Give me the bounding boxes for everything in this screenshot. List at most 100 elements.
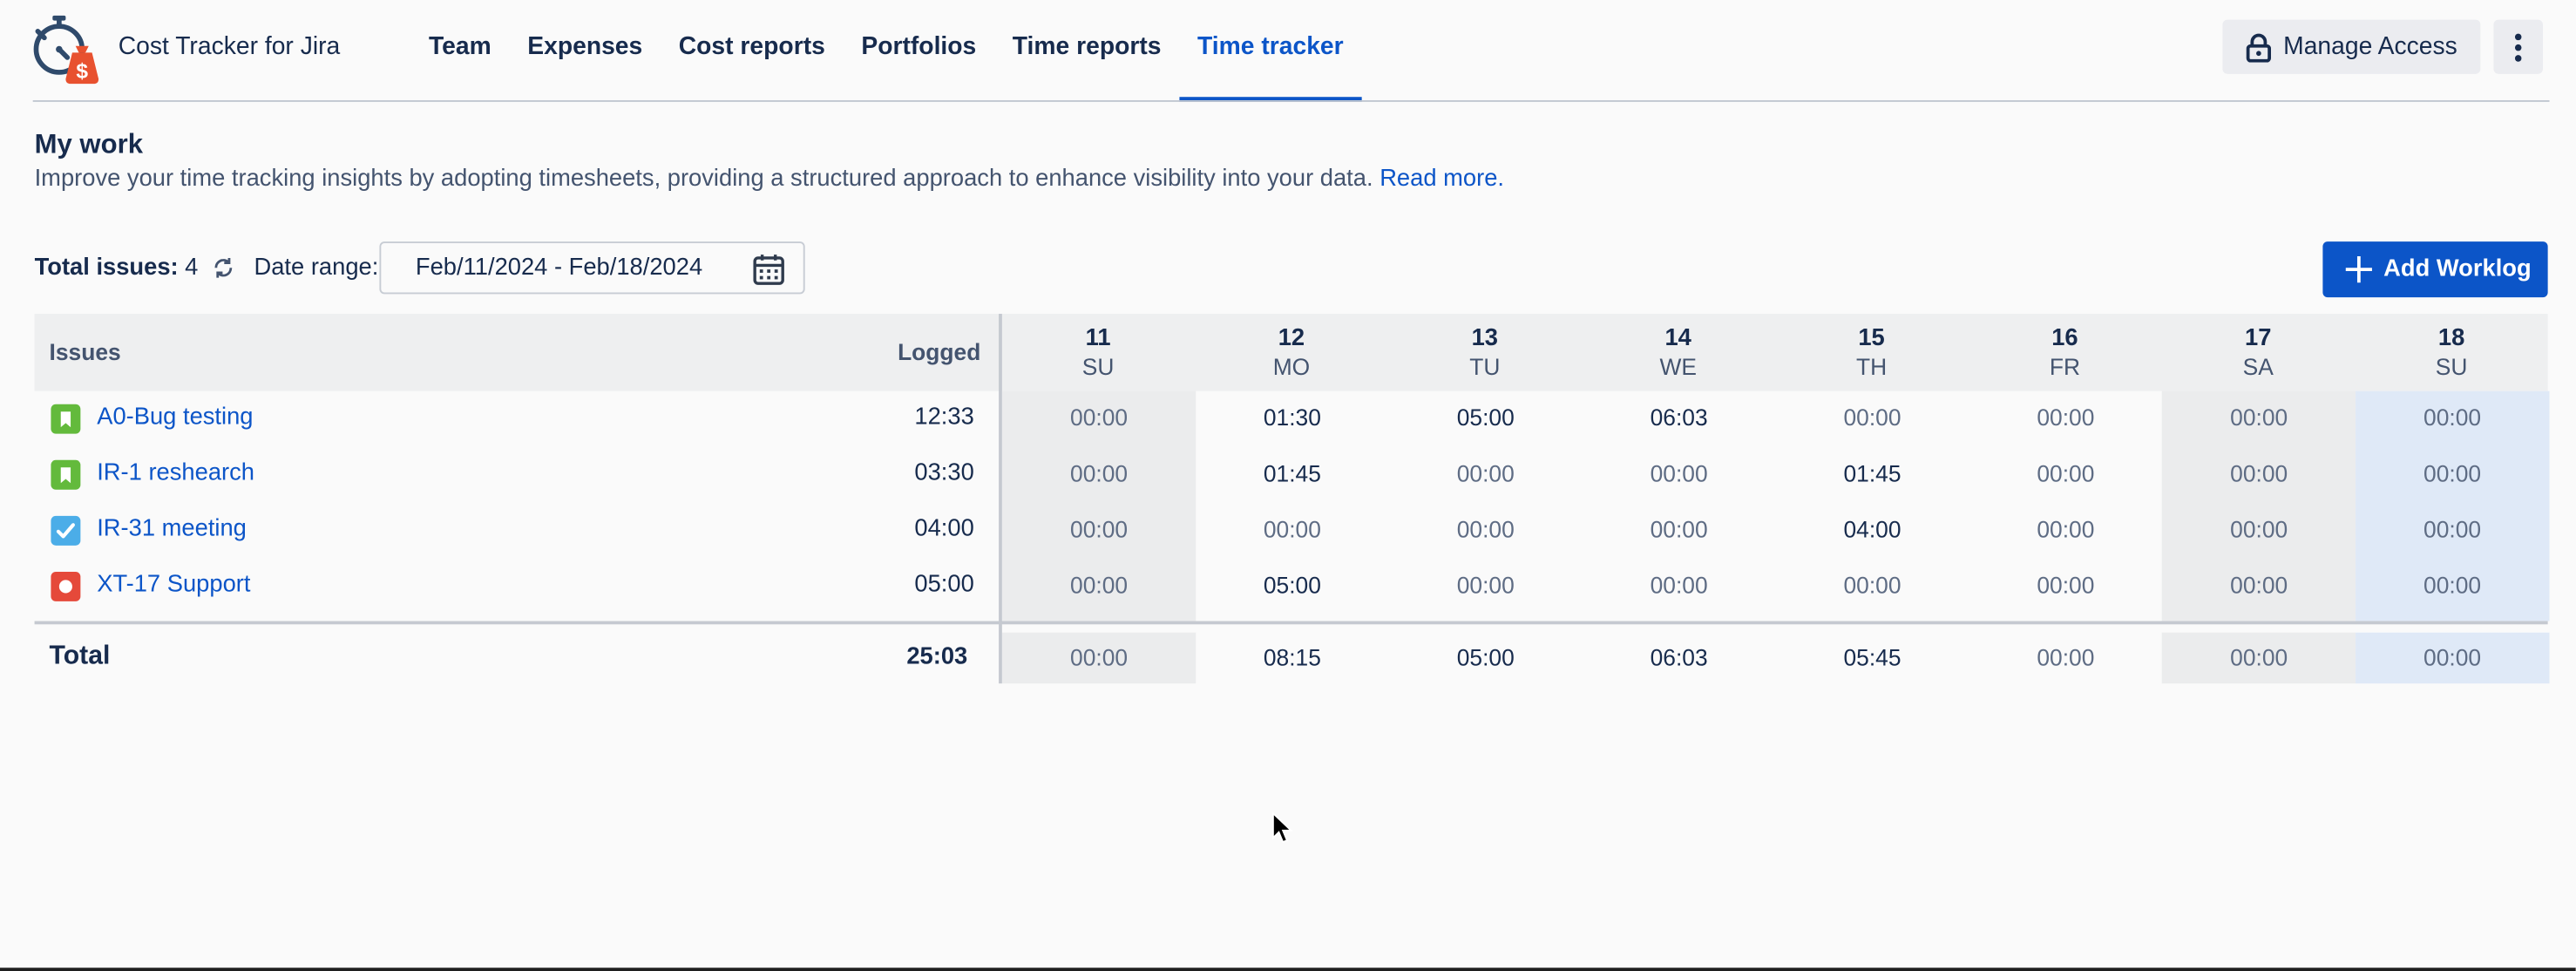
table-row: IR-31 meeting 04:00 00:00 00:00 00:00 00:00 04… bbox=[35, 503, 2548, 559]
column-header-issues: Issues bbox=[49, 338, 121, 365]
time-cell-sa[interactable]: 00:00 bbox=[2162, 572, 2356, 598]
time-cell-su2[interactable]: 00:00 bbox=[2356, 572, 2549, 598]
more-options-button[interactable] bbox=[2493, 19, 2543, 74]
issue-link[interactable]: XT-17 Support bbox=[97, 572, 250, 598]
time-cell-mo[interactable]: 01:30 bbox=[1196, 404, 1389, 431]
bottom-border bbox=[0, 968, 2576, 971]
time-cell-su[interactable]: 00:00 bbox=[1002, 404, 1196, 431]
time-cell-we[interactable]: 06:03 bbox=[1582, 404, 1775, 431]
time-cell-we[interactable]: 00:00 bbox=[1582, 572, 1775, 598]
time-cell-fr[interactable]: 00:00 bbox=[1969, 516, 2162, 542]
time-cell-th[interactable]: 01:45 bbox=[1775, 460, 1969, 486]
plus-icon bbox=[2345, 256, 2372, 283]
time-cell-we[interactable]: 00:00 bbox=[1582, 516, 1775, 542]
time-cell-tu[interactable]: 05:00 bbox=[1389, 404, 1583, 431]
total-cell-th: 05:45 bbox=[1843, 643, 1901, 671]
day-header-11: 11 SU bbox=[1002, 325, 1195, 381]
day-of-week: SU bbox=[2435, 353, 2468, 380]
time-cell-tu[interactable]: 00:00 bbox=[1389, 572, 1583, 598]
main-nav: Team Expenses Cost reports Portfolios Ti… bbox=[410, 0, 1362, 102]
time-cell-we[interactable]: 00:00 bbox=[1582, 460, 1775, 486]
issue-link[interactable]: A0-Bug testing bbox=[97, 404, 253, 431]
bug-icon bbox=[51, 571, 81, 601]
day-number: 18 bbox=[2437, 325, 2465, 352]
svg-text:$: $ bbox=[76, 60, 88, 84]
add-worklog-label: Add Worklog bbox=[2383, 256, 2532, 283]
day-number: 15 bbox=[1858, 325, 1885, 352]
total-cell-tu: 05:00 bbox=[1456, 643, 1515, 671]
time-cell-mo[interactable]: 05:00 bbox=[1196, 572, 1389, 598]
date-range-picker[interactable]: Feb/11/2024 - Feb/18/2024 bbox=[379, 241, 805, 295]
time-cell-tu[interactable]: 00:00 bbox=[1389, 516, 1583, 542]
time-cell-th[interactable]: 00:00 bbox=[1775, 572, 1969, 598]
lock-icon bbox=[2246, 32, 2272, 62]
tab-time-tracker[interactable]: Time tracker bbox=[1179, 0, 1362, 102]
time-cell-mo[interactable]: 01:45 bbox=[1196, 460, 1389, 486]
tab-team[interactable]: Team bbox=[410, 0, 509, 102]
manage-access-label: Manage Access bbox=[2283, 32, 2457, 61]
total-row: Total 25:03 00:00 08:15 05:00 06:03 05:45 00:… bbox=[35, 633, 2548, 683]
tab-portfolios[interactable]: Portfolios bbox=[844, 0, 994, 102]
time-cell-su[interactable]: 00:00 bbox=[1002, 460, 1196, 486]
read-more-link[interactable]: Read more. bbox=[1380, 166, 1504, 192]
time-cell-sa[interactable]: 00:00 bbox=[2162, 516, 2356, 542]
day-of-week: SU bbox=[1081, 353, 1115, 380]
logged-time: 03:30 bbox=[914, 459, 974, 486]
add-worklog-button[interactable]: Add Worklog bbox=[2322, 241, 2548, 298]
total-cell-we: 06:03 bbox=[1650, 643, 1708, 671]
mouse-cursor-icon bbox=[1271, 811, 1293, 844]
app-name: Cost Tracker for Jira bbox=[118, 32, 341, 61]
time-cell-fr[interactable]: 00:00 bbox=[1969, 404, 2162, 431]
time-cell-th[interactable]: 00:00 bbox=[1775, 404, 1969, 431]
issue-link[interactable]: IR-1 reshearch bbox=[97, 460, 254, 486]
date-range-label: Date range: bbox=[254, 255, 379, 282]
total-issues-label: Total issues: bbox=[34, 255, 179, 282]
time-cell-sa[interactable]: 00:00 bbox=[2162, 460, 2356, 486]
tab-expenses[interactable]: Expenses bbox=[509, 0, 661, 102]
day-of-week: MO bbox=[1272, 353, 1311, 380]
worklog-toolbar: Total issues: 4 Date range: bbox=[35, 240, 379, 295]
time-cell-fr[interactable]: 00:00 bbox=[1969, 572, 2162, 598]
table-row: XT-17 Support 05:00 00:00 05:00 00:00 00:00 00… bbox=[35, 559, 2548, 615]
time-cell-sa[interactable]: 00:00 bbox=[2162, 404, 2356, 431]
time-cell-su2[interactable]: 00:00 bbox=[2356, 516, 2549, 542]
tab-time-reports[interactable]: Time reports bbox=[994, 0, 1179, 102]
more-vertical-icon bbox=[2514, 32, 2522, 61]
table-row: A0-Bug testing 12:33 00:00 01:30 05:00 06:03 0… bbox=[35, 391, 2548, 447]
day-header-15: 15 TH bbox=[1775, 325, 1968, 381]
story-icon bbox=[51, 404, 81, 434]
time-cell-su[interactable]: 00:00 bbox=[1002, 516, 1196, 542]
day-header-14: 14 WE bbox=[1582, 325, 1774, 381]
description-text: Improve your time tracking insights by a… bbox=[34, 166, 1373, 193]
total-issues-count: 4 bbox=[185, 255, 199, 282]
total-divider bbox=[34, 621, 2548, 625]
tab-cost-reports[interactable]: Cost reports bbox=[661, 0, 844, 102]
time-cell-su[interactable]: 00:00 bbox=[1002, 572, 1196, 598]
story-icon bbox=[51, 459, 81, 490]
manage-access-button[interactable]: Manage Access bbox=[2222, 19, 2481, 74]
time-cell-mo[interactable]: 00:00 bbox=[1196, 516, 1389, 542]
time-cell-th[interactable]: 04:00 bbox=[1775, 516, 1969, 542]
day-number: 11 bbox=[1085, 325, 1111, 352]
time-cell-fr[interactable]: 00:00 bbox=[1969, 460, 2162, 486]
time-cell-su2[interactable]: 00:00 bbox=[2356, 404, 2549, 431]
total-cell-su2: 00:00 bbox=[2423, 643, 2482, 671]
app-header: $ Cost Tracker for Jira Team Expenses Co… bbox=[0, 0, 2576, 102]
time-cell-tu[interactable]: 00:00 bbox=[1389, 460, 1583, 486]
day-number: 12 bbox=[1278, 325, 1305, 352]
day-number: 14 bbox=[1664, 325, 1691, 352]
time-cell-su2[interactable]: 00:00 bbox=[2356, 460, 2549, 486]
issue-link[interactable]: IR-31 meeting bbox=[97, 516, 247, 542]
day-of-week: FR bbox=[2049, 353, 2081, 380]
day-of-week: WE bbox=[1659, 353, 1697, 380]
calendar-icon[interactable] bbox=[752, 253, 785, 286]
page-title: My work bbox=[34, 129, 144, 160]
refresh-button[interactable] bbox=[211, 256, 234, 279]
page-description: Improve your time tracking insights by a… bbox=[35, 166, 1504, 192]
logged-time: 12:33 bbox=[914, 404, 974, 431]
table-row: IR-1 reshearch 03:30 00:00 01:45 00:00 00:00 0… bbox=[35, 447, 2548, 503]
day-header-18: 18 SU bbox=[2356, 325, 2548, 381]
day-header-17: 17 SA bbox=[2162, 325, 2355, 381]
day-of-week: SA bbox=[2242, 353, 2274, 380]
total-label: Total bbox=[49, 642, 111, 671]
